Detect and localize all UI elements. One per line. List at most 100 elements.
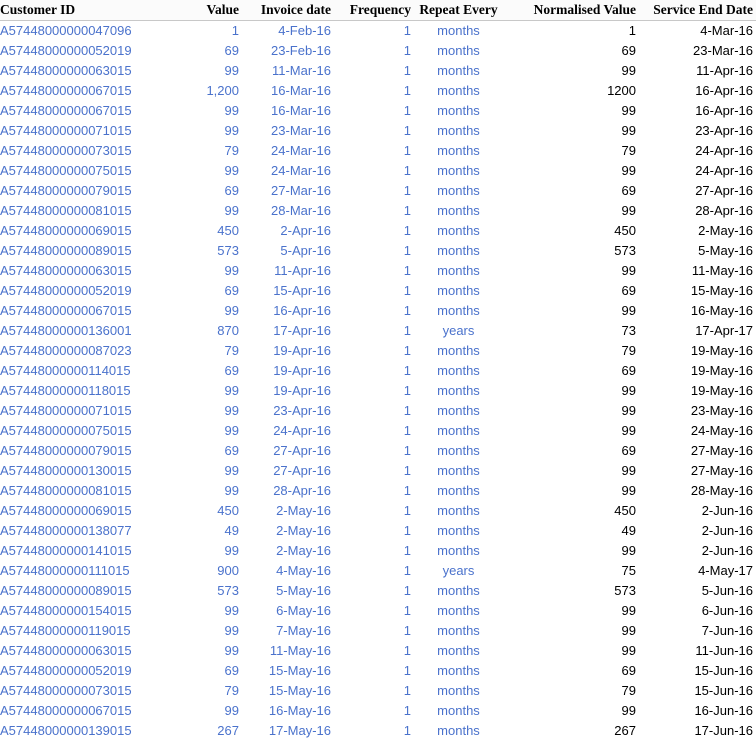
table-row[interactable]: A574480000001300159927-Apr-161months9927… <box>0 461 756 481</box>
cell-service_end_date: 11-May-16 <box>639 261 756 281</box>
cell-value: 99 <box>186 641 242 661</box>
cell-invoice_date: 19-Apr-16 <box>242 361 334 381</box>
cell-value: 870 <box>186 321 242 341</box>
cell-customer_id: A57448000000075015 <box>0 161 186 181</box>
cell-frequency: 1 <box>334 101 414 121</box>
cell-value: 69 <box>186 361 242 381</box>
table-row[interactable]: A574480000001180159919-Apr-161months9919… <box>0 381 756 401</box>
cell-repeat_every: months <box>414 201 506 221</box>
cell-repeat_every: years <box>414 561 506 581</box>
cell-normalised_value: 69 <box>506 441 639 461</box>
cell-normalised_value: 573 <box>506 581 639 601</box>
table-row[interactable]: A574480000000690154502-May-161months4502… <box>0 501 756 521</box>
table-row[interactable]: A574480000001140156919-Apr-161months6919… <box>0 361 756 381</box>
cell-repeat_every: months <box>414 521 506 541</box>
cell-service_end_date: 16-Jun-16 <box>639 701 756 721</box>
column-header-value[interactable]: Value <box>186 0 242 21</box>
cell-value: 99 <box>186 61 242 81</box>
table-row[interactable]: A574480000000750159924-Apr-161months9924… <box>0 421 756 441</box>
cell-repeat_every: months <box>414 241 506 261</box>
cell-normalised_value: 79 <box>506 341 639 361</box>
table-row[interactable]: A574480000000520196923-Feb-161months6923… <box>0 41 756 61</box>
cell-customer_id: A57448000000067015 <box>0 101 186 121</box>
table-row[interactable]: A574480000000630159911-Mar-161months9911… <box>0 61 756 81</box>
table-row[interactable]: A574480000000520196915-Apr-161months6915… <box>0 281 756 301</box>
cell-normalised_value: 75 <box>506 561 639 581</box>
cell-repeat_every: months <box>414 441 506 461</box>
cell-service_end_date: 2-Jun-16 <box>639 521 756 541</box>
cell-frequency: 1 <box>334 221 414 241</box>
table-row[interactable]: A574480000000670151,20016-Mar-161months1… <box>0 81 756 101</box>
column-header-normalised-value[interactable]: Normalised Value <box>506 0 639 21</box>
table-row[interactable]: A57448000000138077492-May-161months492-J… <box>0 521 756 541</box>
table-row[interactable]: A57448000000154015996-May-161months996-J… <box>0 601 756 621</box>
column-header-repeat-every[interactable]: Repeat Every <box>414 0 506 21</box>
table-row[interactable]: A574480000000810159928-Apr-161months9928… <box>0 481 756 501</box>
table-row[interactable]: A574480000000870237919-Apr-161months7919… <box>0 341 756 361</box>
cell-normalised_value: 99 <box>506 541 639 561</box>
table-row[interactable]: A574480000000670159916-Mar-161months9916… <box>0 101 756 121</box>
table-row[interactable]: A5744800000004709614-Feb-161months14-Mar… <box>0 21 756 42</box>
cell-service_end_date: 17-Jun-16 <box>639 721 756 741</box>
table-row[interactable]: A574480000000890155735-Apr-161months5735… <box>0 241 756 261</box>
cell-frequency: 1 <box>334 81 414 101</box>
table-row[interactable]: A57448000000141015992-May-161months992-J… <box>0 541 756 561</box>
cell-invoice_date: 2-May-16 <box>242 501 334 521</box>
cell-normalised_value: 49 <box>506 521 639 541</box>
cell-frequency: 1 <box>334 41 414 61</box>
cell-repeat_every: months <box>414 21 506 42</box>
cell-value: 99 <box>186 421 242 441</box>
cell-value: 99 <box>186 401 242 421</box>
cell-value: 450 <box>186 221 242 241</box>
cell-frequency: 1 <box>334 241 414 261</box>
table-row[interactable]: A574480000000790156927-Apr-161months6927… <box>0 441 756 461</box>
table-row[interactable]: A574480000000690154502-Apr-161months4502… <box>0 221 756 241</box>
table-row[interactable]: A5744800000013901526717-May-161months267… <box>0 721 756 741</box>
cell-invoice_date: 15-May-16 <box>242 681 334 701</box>
cell-invoice_date: 6-May-16 <box>242 601 334 621</box>
cell-service_end_date: 5-May-16 <box>639 241 756 261</box>
cell-customer_id: A57448000000069015 <box>0 221 186 241</box>
table-row[interactable]: A574480000000890155735-May-161months5735… <box>0 581 756 601</box>
cell-customer_id: A57448000000089015 <box>0 241 186 261</box>
cell-repeat_every: months <box>414 61 506 81</box>
table-row[interactable]: A574480000000670159916-May-161months9916… <box>0 701 756 721</box>
table-row[interactable]: A574480000000810159928-Mar-161months9928… <box>0 201 756 221</box>
table-row[interactable]: A574480000000710159923-Apr-161months9923… <box>0 401 756 421</box>
column-header-customer-id[interactable]: Customer ID <box>0 0 186 21</box>
cell-value: 69 <box>186 441 242 461</box>
table-row[interactable]: A574480000000750159924-Mar-161months9924… <box>0 161 756 181</box>
cell-frequency: 1 <box>334 281 414 301</box>
cell-invoice_date: 16-Apr-16 <box>242 301 334 321</box>
table-row[interactable]: A574480000000730157924-Mar-161months7924… <box>0 141 756 161</box>
cell-invoice_date: 16-Mar-16 <box>242 81 334 101</box>
table-row[interactable]: A574480000001110159004-May-161years754-M… <box>0 561 756 581</box>
cell-service_end_date: 24-May-16 <box>639 421 756 441</box>
table-row[interactable]: A574480000000630159911-May-161months9911… <box>0 641 756 661</box>
cell-service_end_date: 24-Apr-16 <box>639 141 756 161</box>
column-header-service-end-date[interactable]: Service End Date <box>639 0 756 21</box>
table-row[interactable]: A574480000000730157915-May-161months7915… <box>0 681 756 701</box>
cell-value: 79 <box>186 681 242 701</box>
cell-repeat_every: months <box>414 581 506 601</box>
cell-repeat_every: months <box>414 81 506 101</box>
cell-repeat_every: months <box>414 181 506 201</box>
cell-repeat_every: months <box>414 481 506 501</box>
table-row[interactable]: A574480000000710159923-Mar-161months9923… <box>0 121 756 141</box>
table-row[interactable]: A574480000000630159911-Apr-161months9911… <box>0 261 756 281</box>
table-row[interactable]: A574480000000520196915-May-161months6915… <box>0 661 756 681</box>
table-row[interactable]: A574480000000670159916-Apr-161months9916… <box>0 301 756 321</box>
cell-customer_id: A57448000000114015 <box>0 361 186 381</box>
cell-invoice_date: 19-Apr-16 <box>242 341 334 361</box>
cell-value: 99 <box>186 121 242 141</box>
table-row[interactable]: A574480000000790156927-Mar-161months6927… <box>0 181 756 201</box>
cell-service_end_date: 19-May-16 <box>639 341 756 361</box>
cell-customer_id: A57448000000067015 <box>0 301 186 321</box>
cell-invoice_date: 17-May-16 <box>242 721 334 741</box>
table-row[interactable]: A5744800000013600187017-Apr-161years7317… <box>0 321 756 341</box>
table-row[interactable]: A57448000000119015997-May-161months997-J… <box>0 621 756 641</box>
column-header-invoice-date[interactable]: Invoice date <box>242 0 334 21</box>
cell-customer_id: A57448000000073015 <box>0 141 186 161</box>
column-header-frequency[interactable]: Frequency <box>334 0 414 21</box>
cell-value: 99 <box>186 601 242 621</box>
